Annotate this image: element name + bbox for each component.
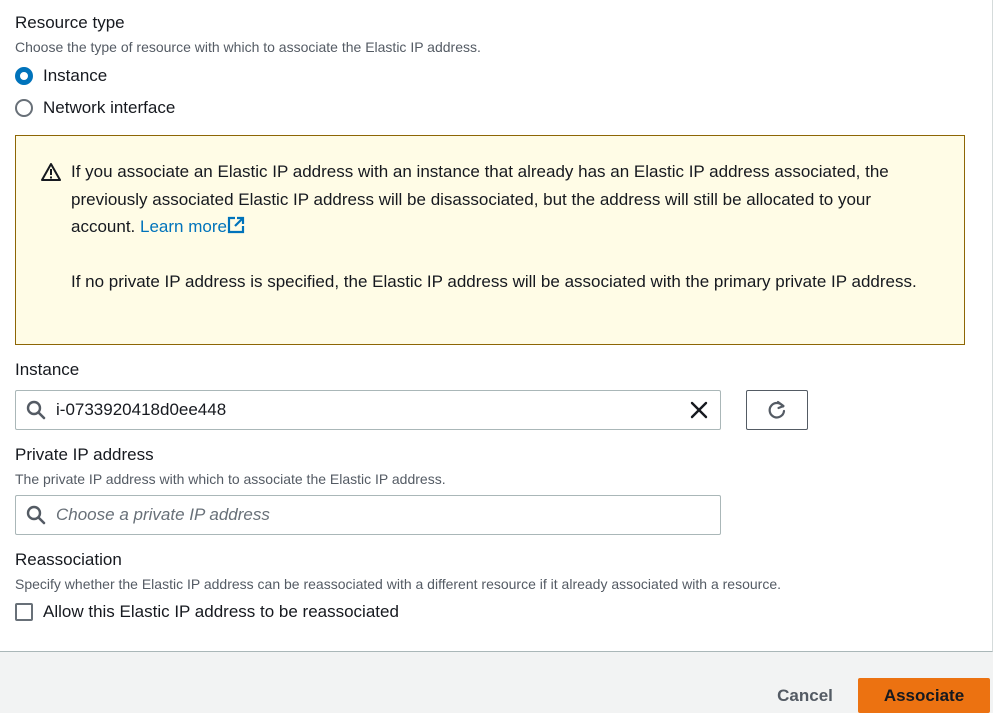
reassociate-checkbox-row[interactable]: Allow this Elastic IP address to be reas… [15,602,399,622]
private-ip-description: The private IP address with which to ass… [15,471,446,487]
reassociation-label: Reassociation [15,550,122,569]
radio-instance-label: Instance [43,66,108,85]
alert-text: If you associate an Elastic IP address w… [71,158,931,295]
reassociation-description: Specify whether the Elastic IP address c… [15,576,781,592]
radio-network-interface[interactable]: Network interface [15,98,175,118]
alert-paragraph-1: If you associate an Elastic IP address w… [71,158,931,241]
search-icon [26,505,46,525]
private-ip-input[interactable]: Choose a private IP address [15,495,721,535]
refresh-button[interactable] [746,390,808,430]
external-link-icon [227,216,245,234]
resource-type-description: Choose the type of resource with which t… [15,39,481,55]
alert-paragraph-2: If no private IP address is specified, t… [71,271,917,291]
warning-alert: If you associate an Elastic IP address w… [15,135,965,345]
clear-icon[interactable] [688,399,710,421]
private-ip-label: Private IP address [15,445,154,464]
instance-value: i-0733920418d0ee448 [56,400,227,419]
radio-instance[interactable]: Instance [15,66,107,86]
search-icon [26,400,46,420]
instance-label: Instance [15,360,80,379]
associate-button[interactable]: Associate [858,678,990,713]
resource-type-label: Resource type [15,13,125,32]
radio-instance-button[interactable] [15,67,33,85]
associate-form-card: Resource type Choose the type of resourc… [0,0,993,652]
refresh-icon [768,400,786,419]
warning-icon [41,163,61,181]
radio-network-interface-label: Network interface [43,98,176,117]
radio-network-interface-button[interactable] [15,99,33,117]
cancel-button[interactable]: Cancel [760,678,850,714]
reassociate-checkbox-label: Allow this Elastic IP address to be reas… [43,602,399,621]
learn-more-link[interactable]: Learn more [140,216,245,236]
reassociate-checkbox[interactable] [15,603,33,621]
learn-more-text: Learn more [140,217,227,236]
private-ip-placeholder: Choose a private IP address [56,505,270,524]
instance-search-input[interactable]: i-0733920418d0ee448 [15,390,721,430]
